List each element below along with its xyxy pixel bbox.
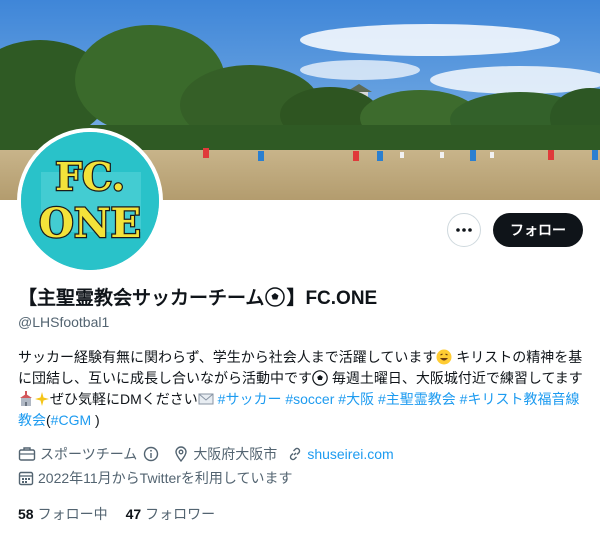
follow-button[interactable]: フォロー (493, 213, 583, 247)
follow-counts: 58 フォロー中 47 フォロワー (18, 504, 233, 524)
website-item: shuseirei.com (287, 446, 394, 462)
avatar[interactable]: FC. ONE (17, 128, 163, 274)
more-button[interactable] (447, 213, 481, 247)
link-icon (290, 447, 301, 461)
following-link[interactable]: 58 フォロー中 (18, 504, 108, 524)
bio-text-3: 毎週土曜日、大阪城付近で練習してます (328, 370, 583, 386)
location-text: 大阪府大阪市 (193, 446, 278, 462)
soccer-ball-icon (312, 370, 328, 386)
bio-text-1: サッカー経験有無に関わらず、学生から社会人まで活躍しています (18, 349, 437, 365)
followers-link[interactable]: 47 フォロワー (126, 504, 216, 524)
category-text: スポーツチーム (40, 446, 138, 462)
paren-close: ) (91, 412, 100, 428)
followers-count: 47 (125, 506, 142, 522)
joined-text: 2022年11月からTwitterを利用しています (38, 470, 293, 486)
sparkles-icon (34, 391, 50, 407)
category-item: スポーツチーム (18, 444, 163, 464)
bio-text-4: ぜひ気軽にDMください (50, 391, 198, 407)
hashtag-church[interactable]: #主聖霊教会 (378, 391, 456, 407)
envelope-icon (198, 391, 214, 407)
website-link[interactable]: shuseirei.com (307, 446, 393, 462)
soccer-ball-icon (265, 286, 286, 307)
more-dots-icon (456, 228, 472, 232)
hashtag-soccer[interactable]: #soccer (285, 391, 334, 407)
profile-meta: スポーツチーム 大阪府大阪市 shuseirei.com (18, 444, 404, 464)
handle: @LHSfootbal1 (18, 314, 110, 330)
following-label: フォロー中 (37, 506, 108, 522)
bio: サッカー経験有無に関わらず、学生から社会人まで活躍しています キリストの精神を基… (18, 347, 584, 431)
hashtag-osaka[interactable]: #大阪 (338, 391, 374, 407)
followers-label: フォロワー (145, 506, 216, 522)
location-item: 大阪府大阪市 (173, 444, 277, 464)
location-pin-icon (175, 446, 188, 462)
avatar-text-line2: ONE (39, 200, 141, 247)
display-name: 【主聖霊教会サッカーチーム 】FC.ONE (18, 283, 377, 310)
avatar-text-line1: FC. (55, 154, 125, 199)
hashtag-soccer-jp[interactable]: #サッカー (218, 391, 282, 407)
briefcase-icon (18, 447, 36, 461)
info-icon[interactable] (143, 446, 159, 462)
grinning-face-icon (436, 349, 452, 365)
church-icon (18, 391, 34, 407)
display-name-part1: 【主聖霊教会サッカーチーム (18, 288, 265, 309)
calendar-icon (18, 471, 34, 486)
following-count: 58 (18, 506, 34, 522)
joined-item: 2022年11月からTwitterを利用しています (18, 468, 293, 488)
display-name-part2: 】FC.ONE (286, 288, 378, 309)
hashtag-cgm[interactable]: #CGM (51, 412, 91, 428)
